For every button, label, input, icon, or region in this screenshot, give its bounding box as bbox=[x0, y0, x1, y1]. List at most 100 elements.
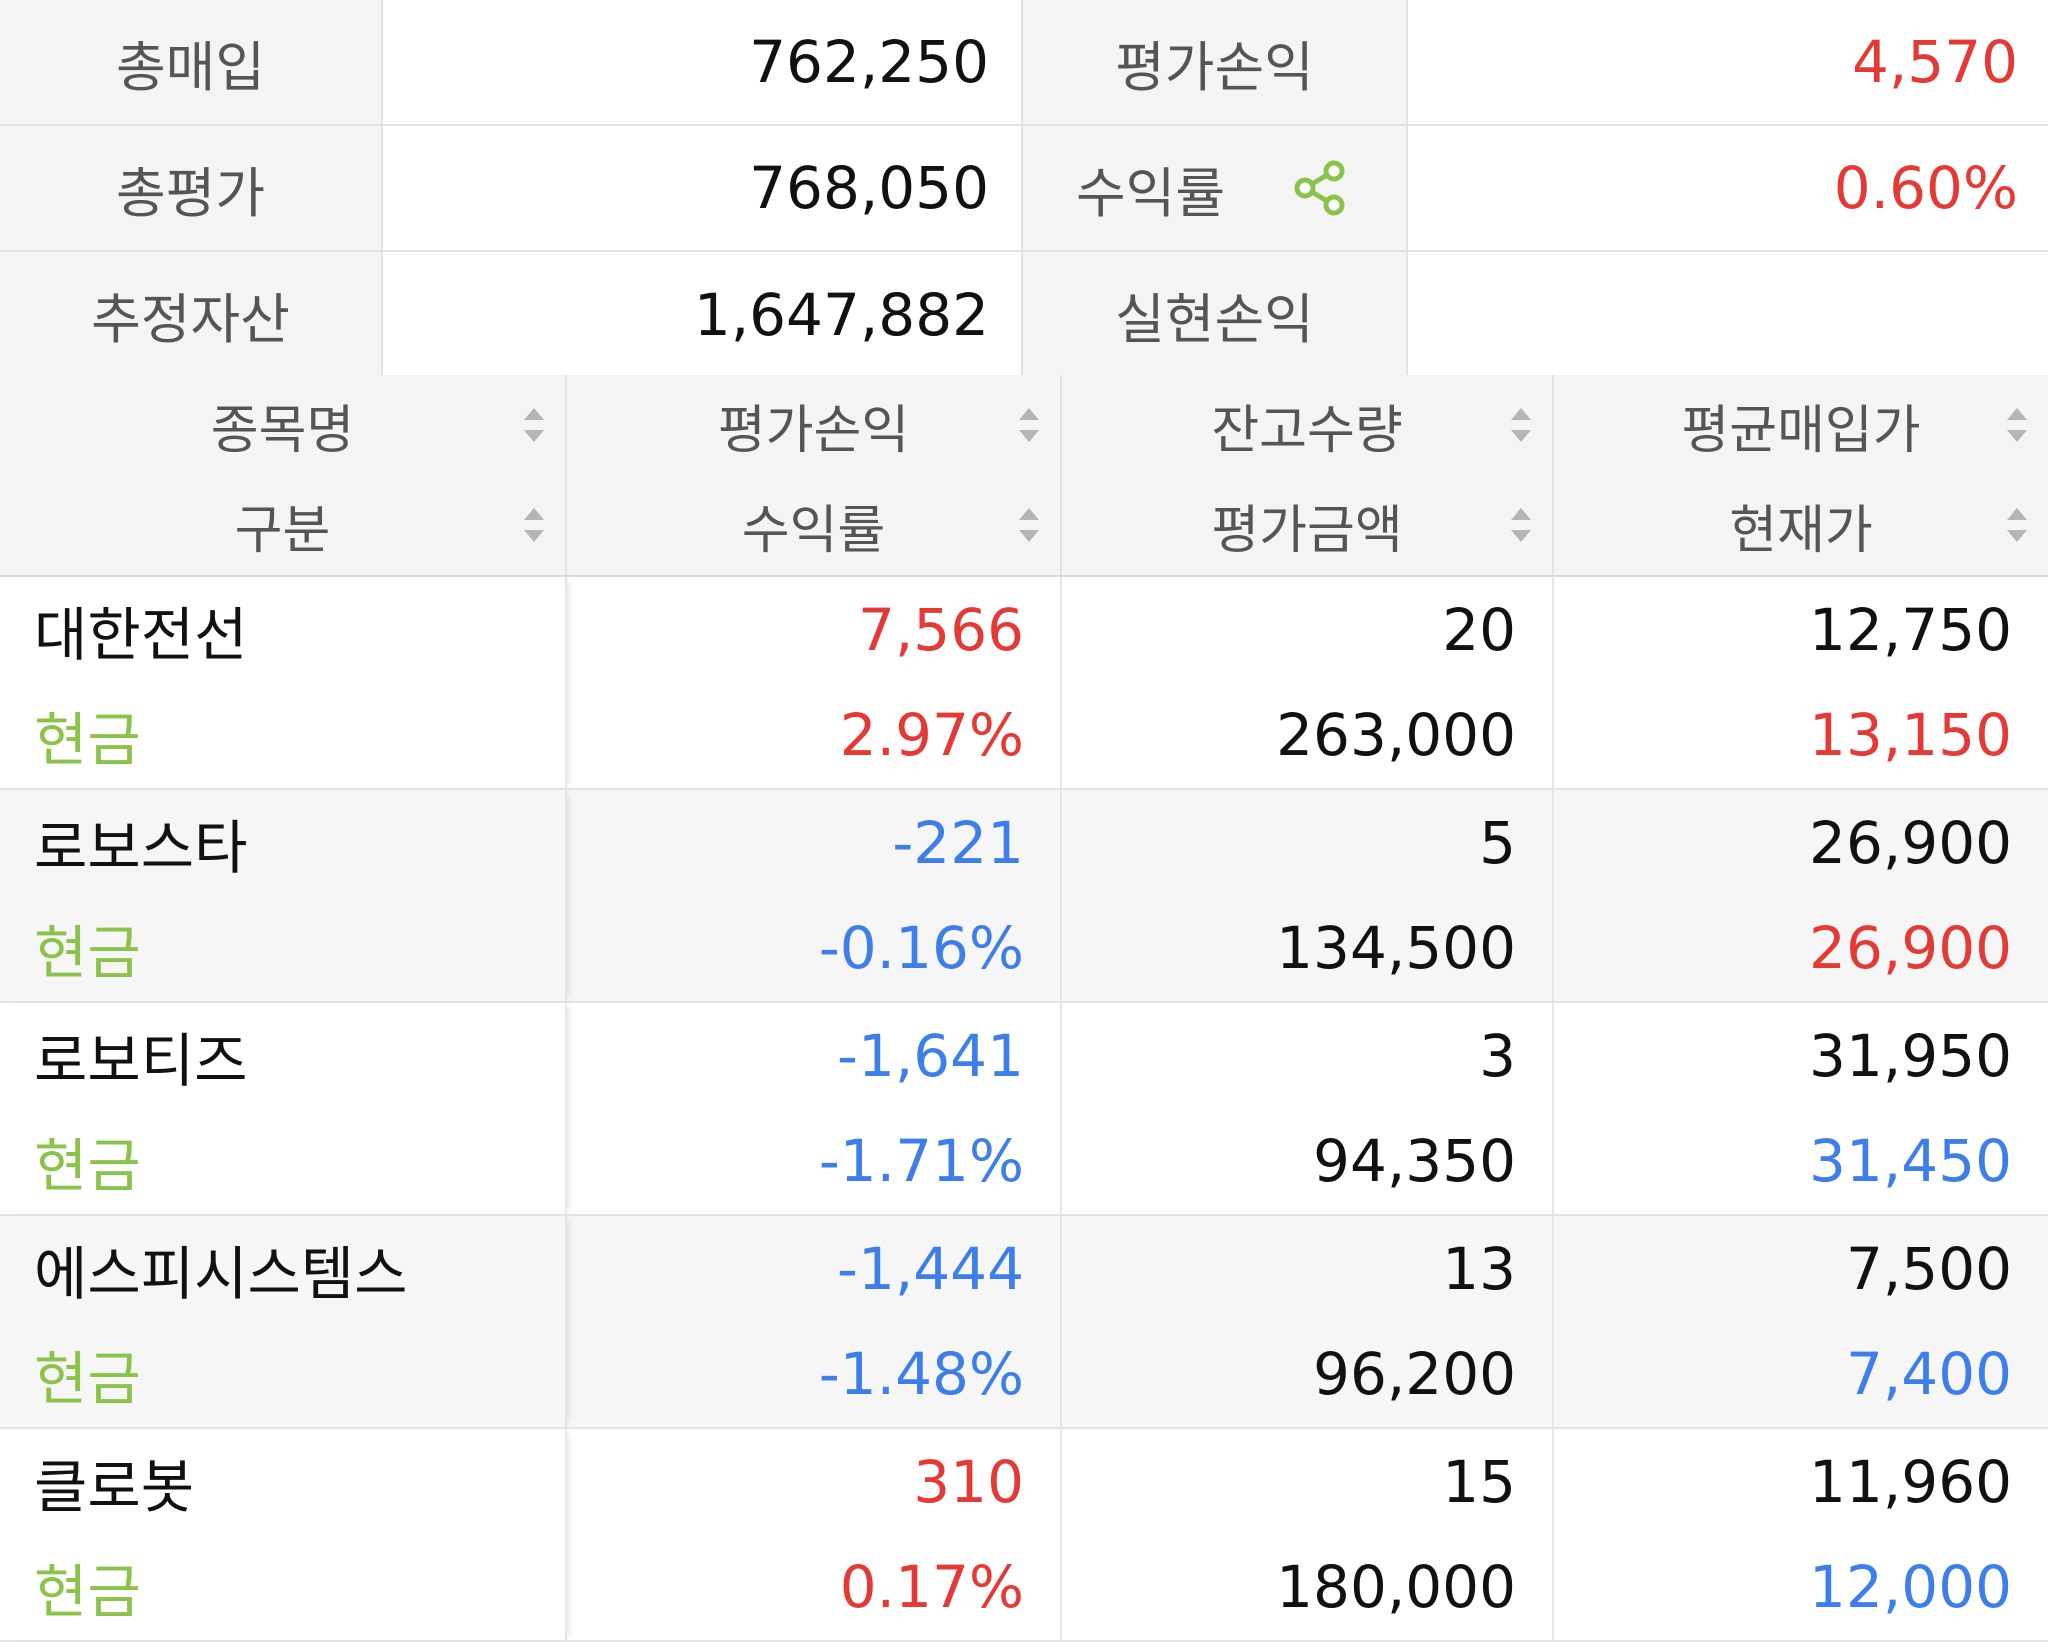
avg-price: 7,500 bbox=[1845, 1234, 2012, 1303]
return-rate: -1.48% bbox=[818, 1339, 1024, 1408]
sort-arrows-icon bbox=[2007, 408, 2027, 442]
estimated-assets-value: 1,647,882 bbox=[383, 252, 1023, 377]
sort-arrows-icon bbox=[1511, 508, 1531, 542]
stock-name: 에스피시스템스 bbox=[34, 1239, 408, 1308]
stock-name: 대한전선 bbox=[34, 600, 248, 669]
header-label: 평가손익 bbox=[717, 400, 910, 461]
sort-arrows-icon bbox=[524, 508, 544, 542]
pnl-cell: 7,566 2.97% bbox=[567, 577, 1062, 788]
stock-cell: 로보스타 현금 bbox=[0, 790, 567, 1001]
table-row[interactable]: 대한전선 현금 7,566 2.97% 20 263,000 12,750 13… bbox=[0, 577, 2048, 790]
return-rate-value: 0.60% bbox=[1408, 126, 2048, 250]
sort-header-quantity[interactable]: 잔고수량 bbox=[1062, 375, 1552, 475]
sort-header-return-rate[interactable]: 수익률 bbox=[567, 475, 1060, 575]
total-purchase-value: 762,250 bbox=[383, 0, 1023, 124]
pnl-cell: 310 0.17% bbox=[567, 1429, 1062, 1640]
quantity: 13 bbox=[1442, 1234, 1516, 1303]
header-label: 평균매입가 bbox=[1681, 400, 1921, 461]
table-body: 대한전선 현금 7,566 2.97% 20 263,000 12,750 13… bbox=[0, 577, 2048, 1642]
eval-amount: 180,000 bbox=[1276, 1552, 1516, 1621]
avg-price: 11,960 bbox=[1809, 1447, 2012, 1516]
summary-row-estimated-assets: 추정자산 1,647,882 실현손익 bbox=[0, 252, 2048, 379]
table-row[interactable]: 에스피시스템스 현금 -1,444 -1.48% 13 96,200 7,500… bbox=[0, 1216, 2048, 1429]
eval-pnl: -1,444 bbox=[837, 1234, 1024, 1303]
sort-header-stock-name[interactable]: 종목명 bbox=[0, 375, 565, 475]
qty-cell: 3 94,350 bbox=[1062, 1003, 1554, 1214]
stock-name: 로보티즈 bbox=[34, 1026, 248, 1095]
sort-header-eval-pnl[interactable]: 평가손익 bbox=[567, 375, 1060, 475]
sort-arrows-icon bbox=[1019, 508, 1039, 542]
stock-type: 현금 bbox=[34, 1557, 141, 1626]
stock-type: 현금 bbox=[34, 1131, 141, 1200]
eval-amount: 94,350 bbox=[1313, 1126, 1516, 1195]
price-cell: 31,950 31,450 bbox=[1554, 1003, 2048, 1214]
total-purchase-label: 총매입 bbox=[0, 0, 383, 124]
header-label: 구분 bbox=[234, 500, 331, 561]
pnl-cell: -1,641 -1.71% bbox=[567, 1003, 1062, 1214]
header-col-qty: 잔고수량 평가금액 bbox=[1062, 375, 1554, 575]
total-eval-value: 768,050 bbox=[383, 126, 1023, 250]
quantity: 20 bbox=[1442, 595, 1516, 664]
header-label: 수익률 bbox=[741, 500, 886, 561]
return-rate: 0.17% bbox=[839, 1552, 1024, 1621]
stock-type: 현금 bbox=[34, 705, 141, 774]
holdings-table: 종목명 구분 평가손익 수익률 잔고수량 평가금액 평균매입가 현재가 대한전선… bbox=[0, 375, 2048, 1642]
stock-cell: 클로봇 현금 bbox=[0, 1429, 567, 1640]
stock-name: 클로봇 bbox=[34, 1452, 195, 1521]
account-summary: 총매입 762,250 평가손익 4,570 총평가 768,050 수익률 0… bbox=[0, 0, 2048, 379]
qty-cell: 13 96,200 bbox=[1062, 1216, 1554, 1427]
return-rate-label: 수익률 bbox=[1076, 161, 1226, 225]
header-label: 잔고수량 bbox=[1211, 400, 1403, 461]
sort-header-current-price[interactable]: 현재가 bbox=[1554, 475, 2048, 575]
table-row[interactable]: 클로봇 현금 310 0.17% 15 180,000 11,960 12,00… bbox=[0, 1429, 2048, 1642]
eval-pnl: -1,641 bbox=[837, 1021, 1024, 1090]
estimated-assets-label: 추정자산 bbox=[0, 252, 383, 377]
qty-cell: 20 263,000 bbox=[1062, 577, 1554, 788]
price-cell: 11,960 12,000 bbox=[1554, 1429, 2048, 1640]
return-rate: -1.71% bbox=[818, 1126, 1024, 1195]
pnl-cell: -221 -0.16% bbox=[567, 790, 1062, 1001]
price-cell: 12,750 13,150 bbox=[1554, 577, 2048, 788]
summary-row-total-purchase: 총매입 762,250 평가손익 4,570 bbox=[0, 0, 2048, 126]
price-cell: 7,500 7,400 bbox=[1554, 1216, 2048, 1427]
current-price: 12,000 bbox=[1809, 1552, 2012, 1621]
quantity: 3 bbox=[1479, 1021, 1516, 1090]
stock-type: 현금 bbox=[34, 918, 141, 987]
sort-arrows-icon bbox=[524, 408, 544, 442]
eval-pnl-value: 4,570 bbox=[1408, 0, 2048, 124]
header-col-pnl: 평가손익 수익률 bbox=[567, 375, 1062, 575]
realized-pnl-value bbox=[1408, 252, 2048, 377]
qty-cell: 15 180,000 bbox=[1062, 1429, 1554, 1640]
current-price: 7,400 bbox=[1845, 1339, 2012, 1408]
sort-header-type[interactable]: 구분 bbox=[0, 475, 565, 575]
price-cell: 26,900 26,900 bbox=[1554, 790, 2048, 1001]
header-col-name: 종목명 구분 bbox=[0, 375, 567, 575]
sort-arrows-icon bbox=[1019, 408, 1039, 442]
avg-price: 12,750 bbox=[1809, 595, 2012, 664]
pnl-cell: -1,444 -1.48% bbox=[567, 1216, 1062, 1427]
stock-cell: 로보티즈 현금 bbox=[0, 1003, 567, 1214]
share-icon[interactable] bbox=[1291, 158, 1349, 218]
qty-cell: 5 134,500 bbox=[1062, 790, 1554, 1001]
return-rate-label-cell: 수익률 bbox=[1023, 126, 1408, 250]
current-price: 31,450 bbox=[1809, 1126, 2012, 1195]
table-row[interactable]: 로보티즈 현금 -1,641 -1.71% 3 94,350 31,950 31… bbox=[0, 1003, 2048, 1216]
eval-pnl-label: 평가손익 bbox=[1023, 0, 1408, 124]
header-label: 현재가 bbox=[1729, 500, 1873, 561]
eval-pnl: 7,566 bbox=[857, 595, 1024, 664]
eval-amount: 263,000 bbox=[1276, 700, 1516, 769]
table-row[interactable]: 로보스타 현금 -221 -0.16% 5 134,500 26,900 26,… bbox=[0, 790, 2048, 1003]
eval-amount: 96,200 bbox=[1313, 1339, 1516, 1408]
realized-pnl-label: 실현손익 bbox=[1023, 252, 1408, 377]
stock-cell: 대한전선 현금 bbox=[0, 577, 567, 788]
quantity: 5 bbox=[1479, 808, 1516, 877]
stock-type: 현금 bbox=[34, 1344, 141, 1413]
sort-header-eval-amount[interactable]: 평가금액 bbox=[1062, 475, 1552, 575]
return-rate: 2.97% bbox=[839, 700, 1024, 769]
header-label: 평가금액 bbox=[1211, 500, 1403, 561]
sort-arrows-icon bbox=[2007, 508, 2027, 542]
eval-pnl: 310 bbox=[913, 1447, 1024, 1516]
quantity: 15 bbox=[1442, 1447, 1516, 1516]
current-price: 13,150 bbox=[1809, 700, 2012, 769]
sort-header-avg-price[interactable]: 평균매입가 bbox=[1554, 375, 2048, 475]
